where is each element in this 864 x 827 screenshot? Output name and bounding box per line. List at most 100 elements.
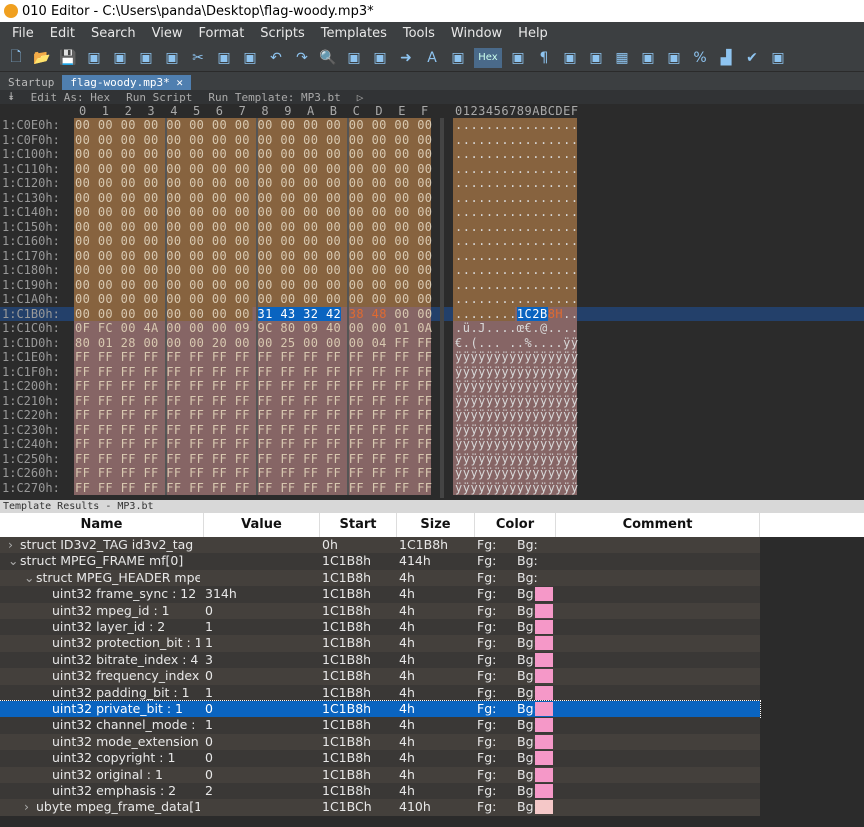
ascii-text[interactable]: ÿÿÿÿÿÿÿÿÿÿÿÿÿÿÿÿ [455,394,579,409]
hex-bytes[interactable]: FF FF FF FF FF FF FF FF FF FF FF FF FF F… [75,466,432,481]
hex-bytes[interactable]: 80 01 28 00 00 00 20 00 00 25 00 00 00 0… [75,336,432,351]
hex-bytes[interactable]: FF FF FF FF FF FF FF FF FF FF FF FF FF F… [75,394,432,409]
result-row[interactable]: uint32 mode_extension : 201C1B8h4hFg:Bg: [0,733,760,751]
column-header-start[interactable]: Start [320,513,397,537]
menu-search[interactable]: Search [83,26,144,41]
ascii-text[interactable]: ÿÿÿÿÿÿÿÿÿÿÿÿÿÿÿÿ [455,466,579,481]
hex-bytes[interactable]: 00 00 00 00 00 00 00 00 00 00 00 00 00 0… [75,220,432,235]
ascii-text[interactable]: ÿÿÿÿÿÿÿÿÿÿÿÿÿÿÿÿ [455,437,579,452]
menu-edit[interactable]: Edit [42,26,83,41]
convert-icon[interactable]: ▣ [768,48,788,68]
ascii-text[interactable]: ÿÿÿÿÿÿÿÿÿÿÿÿÿÿÿÿ [455,350,579,365]
result-row[interactable]: ⌄ struct MPEG_FRAME mf[0] 1C1B8h 414h Fg: Bg: [0,553,760,570]
hex-bytes[interactable]: 00 00 00 00 00 00 00 00 00 00 00 00 00 0… [75,263,432,278]
hex-bytes[interactable]: 00 00 00 00 00 00 00 00 00 00 00 00 00 0… [75,176,432,191]
edit-as-dropdown[interactable]: Edit As: Hex [31,91,110,104]
column-header-color[interactable]: Color [475,513,556,537]
result-row[interactable]: uint32 copyright : 1 0 1C1B8h 4h Fg: Bg: [0,750,760,767]
result-row[interactable]: uint32 padding_bit : 1 1 1C1B8h 4h Fg: Bg: [0,684,760,701]
hex-bytes[interactable]: 00 00 00 00 00 00 00 00 00 00 00 00 00 0… [75,162,432,177]
save-all-icon[interactable]: ▣ [110,48,130,68]
result-row[interactable]: uint32 bitrate_index : 4 3 1C1B8h 4h Fg: Bg: [0,651,760,669]
menu-tools[interactable]: Tools [395,26,443,41]
ascii-text[interactable]: ................ [455,263,579,278]
close-tab-icon[interactable]: ✕ [170,76,183,89]
column-header-value[interactable]: Value [204,513,320,537]
hex-bytes[interactable]: FF FF FF FF FF FF FF FF FF FF FF FF FF F… [75,452,432,467]
run-icon[interactable]: ▷ [357,91,364,104]
font-icon[interactable]: A [422,48,442,68]
tab-file[interactable]: flag-woody.mp3* ✕ [62,75,191,90]
copy-icon[interactable]: ▣ [214,48,234,68]
menu-file[interactable]: File [4,26,42,41]
ascii-text[interactable]: ................ [455,162,579,177]
ascii-text[interactable]: .ü.J....œ€.@.... [455,321,579,336]
hex-editor[interactable]: 0 1 2 3 4 5 6 7 8 9 A B C D E F 0123456789ABCDEF 1:C0E0h:… [0,104,864,498]
hex-bytes[interactable]: FF FF FF FF FF FF FF FF FF FF FF FF FF F… [75,408,432,423]
column-header-name[interactable]: Name [0,513,204,537]
result-row[interactable]: uint32 layer_id : 2 1 1C1B8h 4h Fg: Bg: [0,619,760,636]
ascii-text[interactable]: ................ [455,234,579,249]
ascii-text[interactable]: ................ [455,292,579,307]
menu-help[interactable]: Help [510,26,556,41]
paste-icon[interactable]: ▣ [240,48,260,68]
undo-icon[interactable]: ↶ [266,48,286,68]
hex-bytes[interactable]: 00 00 00 00 00 00 00 00 00 00 00 00 00 0… [75,118,432,133]
collapse-icon[interactable]: ⌄ [8,553,18,569]
ascii-text[interactable]: ÿÿÿÿÿÿÿÿÿÿÿÿÿÿÿÿ [455,379,579,394]
histogram-icon[interactable]: ▟ [716,48,736,68]
ascii-text[interactable]: ................ [455,176,579,191]
highlight-icon[interactable]: ▣ [448,48,468,68]
find-in-files-icon[interactable]: ▣ [370,48,390,68]
expand-icon[interactable]: › [24,799,29,815]
result-row[interactable]: uint32 emphasis : 2 2 1C1B8h 4h Fg: Bg: [0,783,760,800]
result-row[interactable]: uint32 mpeg_id : 1 0 1C1B8h 4h Fg: Bg: [0,602,760,619]
hex-bytes[interactable]: FF FF FF FF FF FF FF FF FF FF FF FF FF F… [75,423,432,438]
menu-format[interactable]: Format [190,26,252,41]
column-header-comment[interactable]: Comment [556,513,760,537]
redo-icon[interactable]: ↷ [292,48,312,68]
find-icon[interactable]: 🔍 [318,48,338,68]
hex-bytes[interactable]: 00 00 00 00 00 00 00 00 00 00 00 00 00 0… [75,249,432,264]
ascii-text[interactable]: ................ [455,278,579,293]
columns-icon[interactable]: ▣ [508,48,528,68]
ascii-text[interactable]: ................ [455,191,579,206]
run-script-dropdown[interactable]: Run Script [126,91,192,104]
result-row[interactable]: ⌄struct MPEG_HEADER mpeg... 1C1B8h 4h Fg: Bg… [0,569,760,587]
percent-icon[interactable]: % [690,48,710,68]
goto-icon[interactable]: ➜ [396,48,416,68]
calculator-icon[interactable]: ▦ [612,48,632,68]
ascii-text[interactable]: ÿÿÿÿÿÿÿÿÿÿÿÿÿÿÿÿ [455,452,579,467]
ascii-text[interactable]: ................ [455,133,579,148]
ascii-text[interactable]: ÿÿÿÿÿÿÿÿÿÿÿÿÿÿÿÿ [455,423,579,438]
hex-bytes[interactable]: 00 00 00 00 00 00 00 00 00 00 00 00 00 0… [75,278,432,293]
ascii-text[interactable]: ................ [455,205,579,220]
result-row[interactable]: uint32 private_bit : 1 0 1C1B8h 4h Fg: Bg: [0,699,761,719]
ascii-text[interactable]: ................ [455,118,579,133]
run-template-dropdown[interactable]: Run Template: MP3.bt [208,91,340,104]
split-icon[interactable]: ▣ [560,48,580,68]
hex-bytes[interactable]: 00 00 00 00 00 00 00 00 31 43 32 42 38 4… [75,306,432,322]
result-row[interactable]: uint32 original : 1 0 1C1B8h 4h Fg: Bg: [0,766,760,783]
new-file-icon[interactable]: 🗋 [6,48,26,68]
pilcrow-icon[interactable]: ¶ [534,48,554,68]
ascii-text[interactable]: ................ [455,147,579,162]
hex-bytes[interactable]: 0F FC 00 4A 00 00 00 09 9C 80 09 40 00 0… [75,321,432,336]
save-icon[interactable]: 💾 [58,48,78,68]
column-header-size[interactable]: Size [397,513,475,537]
collapse-icon[interactable]: ⯯ [8,90,15,104]
hex-bytes[interactable]: 00 00 00 00 00 00 00 00 00 00 00 00 00 0… [75,191,432,206]
hex-bytes[interactable]: 00 00 00 00 00 00 00 00 00 00 00 00 00 0… [75,133,432,148]
hex-toggle-button[interactable]: Hex [474,47,502,68]
hex-bytes[interactable]: 00 00 00 00 00 00 00 00 00 00 00 00 00 0… [75,205,432,220]
clipboard-icon[interactable]: ▣ [638,48,658,68]
hex-bytes[interactable]: 00 00 00 00 00 00 00 00 00 00 00 00 00 0… [75,292,432,307]
result-row[interactable]: uint32 channel_mode : 2 1 1C1B8h 4h Fg: Bg: [0,717,760,734]
result-row[interactable]: uint32 frame_sync : 12 314h 1C1B8h 4h Fg: Bg: [0,586,760,603]
menu-view[interactable]: View [144,26,191,41]
collapse-icon[interactable]: ⌄ [24,570,34,586]
replace-icon[interactable]: ▣ [344,48,364,68]
result-row[interactable]: › struct ID3v2_TAG id3v2_tag 0h 1C1B8h Fg: Bg… [0,537,760,554]
hex-bytes[interactable]: FF FF FF FF FF FF FF FF FF FF FF FF FF F… [75,437,432,452]
binary-icon[interactable]: ▣ [586,48,606,68]
